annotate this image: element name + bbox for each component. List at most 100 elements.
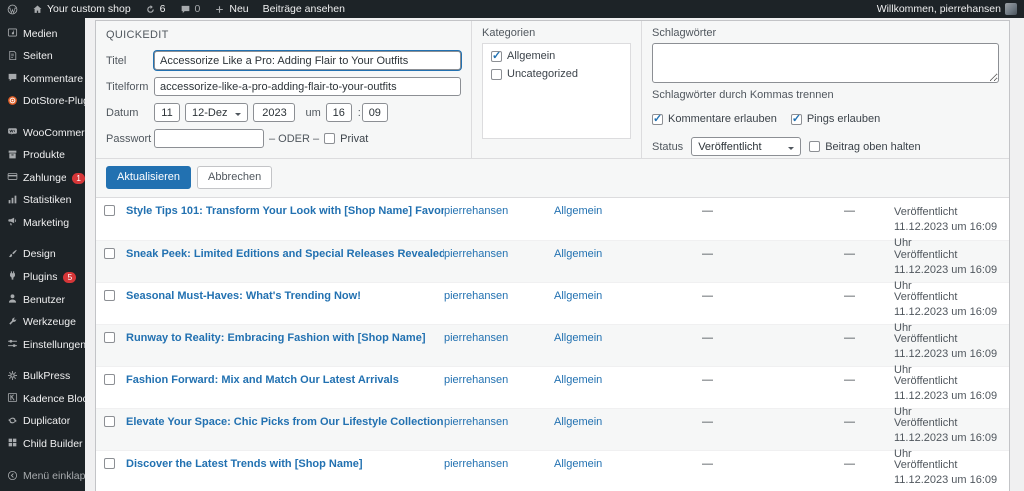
sticky-toggle[interactable]: Beitrag oben halten — [809, 141, 920, 153]
view-posts-link[interactable]: Beiträge ansehen — [256, 0, 352, 18]
category-option[interactable]: Allgemein — [491, 50, 622, 62]
sidebar-item[interactable]: Duplicator — [0, 411, 85, 434]
title-field[interactable] — [154, 51, 461, 70]
post-title-link[interactable]: Runway to Reality: Embracing Fashion wit… — [126, 332, 444, 344]
minute-field[interactable] — [362, 103, 388, 122]
allow-comments-toggle[interactable]: Kommentare erlauben — [652, 113, 777, 125]
category-link[interactable]: Allgemein — [554, 416, 702, 428]
sidebar-item[interactable]: Einstellungen — [0, 334, 85, 357]
author-link[interactable]: pierrehansen — [444, 248, 554, 260]
post-title-link[interactable]: Seasonal Must-Haves: What's Trending Now… — [126, 290, 444, 302]
comments-link[interactable]: 0 — [173, 0, 208, 18]
author-link[interactable]: pierrehansen — [444, 416, 554, 428]
password-field[interactable] — [154, 129, 264, 148]
time-joiner-label: um — [305, 107, 320, 119]
sidebar-item[interactable]: Plugins 5 — [0, 266, 85, 289]
category-checkbox[interactable] — [491, 69, 502, 80]
status-select[interactable]: Veröffentlicht — [691, 137, 801, 156]
date-cell: Veröffentlicht 11.12.2023 um 16:09 Uhr — [894, 458, 1005, 491]
sidebar-menu: Medien Seiten Kommentare DotStore-Plugin… — [0, 23, 85, 456]
update-button[interactable]: Aktualisieren — [106, 166, 191, 189]
cancel-button[interactable]: Abbrechen — [197, 166, 272, 189]
sidebar-item[interactable]: WooCommerce — [0, 122, 85, 145]
media-icon — [7, 27, 18, 42]
allow-pings-toggle[interactable]: Pings erlauben — [791, 113, 880, 125]
row-select-checkbox[interactable] — [104, 458, 115, 469]
sidebar-item[interactable]: BulkPress — [0, 366, 85, 389]
category-link[interactable]: Allgemein — [554, 458, 702, 470]
sidebar-item[interactable]: Benutzer — [0, 289, 85, 312]
sidebar-item-label: Werkzeuge — [23, 317, 76, 329]
sidebar-item[interactable]: Marketing — [0, 212, 85, 235]
month-select[interactable]: 12-Dez — [185, 103, 248, 122]
account-menu-link[interactable]: Willkommen, pierrehansen — [870, 0, 1024, 18]
sidebar-item-label: Zahlungen — [23, 173, 66, 185]
author-link[interactable]: pierrehansen — [444, 332, 554, 344]
sidebar-item[interactable]: Werkzeuge — [0, 312, 85, 335]
category-link[interactable]: Allgemein — [554, 374, 702, 386]
category-link[interactable]: Allgemein — [554, 248, 702, 260]
tags-textarea[interactable] — [652, 43, 999, 83]
new-content-button[interactable]: Neu — [207, 0, 255, 18]
post-title-link[interactable]: Elevate Your Space: Chic Picks from Our … — [126, 416, 444, 428]
posts-table-panel: QUICKEDIT Titel Titelform Datum 12-Dez — [95, 20, 1010, 491]
sidebar-item[interactable]: Statistiken — [0, 190, 85, 213]
category-link[interactable]: Allgemein — [554, 332, 702, 344]
post-title-link[interactable]: Fashion Forward: Mix and Match Our Lates… — [126, 374, 444, 386]
sidebar-item[interactable]: DotStore-Plugins — [0, 91, 85, 114]
sidebar-item-label: BulkPress — [23, 371, 70, 383]
sidebar-item-label: Benutzer — [23, 295, 65, 307]
allow-pings-label: Pings erlauben — [807, 113, 880, 125]
category-checkbox[interactable] — [491, 51, 502, 62]
allow-comments-label: Kommentare erlauben — [668, 113, 777, 125]
private-checkbox[interactable] — [324, 133, 335, 144]
post-title-link[interactable]: Discover the Latest Trends with [Shop Na… — [126, 458, 444, 470]
author-link[interactable]: pierrehansen — [444, 290, 554, 302]
hour-field[interactable] — [326, 103, 352, 122]
author-link[interactable]: pierrehansen — [444, 205, 554, 217]
row-select-checkbox[interactable] — [104, 290, 115, 301]
row-select-checkbox[interactable] — [104, 374, 115, 385]
category-option[interactable]: Uncategorized — [491, 68, 622, 80]
new-label: Neu — [229, 3, 248, 15]
author-link[interactable]: pierrehansen — [444, 374, 554, 386]
category-link[interactable]: Allgemein — [554, 290, 702, 302]
sidebar-item[interactable]: Medien — [0, 23, 85, 46]
row-select-checkbox[interactable] — [104, 205, 115, 216]
admin-bar-spacer — [352, 0, 870, 18]
row-select-checkbox[interactable] — [104, 332, 115, 343]
sidebar-item-label: Produkte — [23, 150, 65, 162]
table-row: Runway to Reality: Embracing Fashion wit… — [96, 324, 1009, 366]
date-year-field[interactable] — [253, 103, 295, 122]
row-select-checkbox[interactable] — [104, 416, 115, 427]
updates-link[interactable]: 6 — [138, 0, 173, 18]
sidebar-item-label: Seiten — [23, 51, 53, 63]
categories-list[interactable]: Allgemein Uncategorized — [482, 43, 631, 139]
sidebar-item[interactable]: Produkte — [0, 145, 85, 168]
wp-logo-button[interactable] — [0, 0, 25, 18]
categories-column: Kategorien Allgemein Uncategorized — [471, 21, 641, 158]
slug-field[interactable] — [154, 77, 461, 96]
author-link[interactable]: pierrehansen — [444, 458, 554, 470]
date-day-field[interactable] — [154, 103, 180, 122]
notification-badge: 1 — [72, 173, 85, 184]
post-title-link[interactable]: Sneak Peek: Limited Editions and Special… — [126, 248, 444, 260]
sidebar-item[interactable]: Zahlungen 1 — [0, 167, 85, 190]
sidebar-item[interactable]: Seiten — [0, 46, 85, 69]
chevron-down-icon — [235, 113, 241, 119]
sidebar-item[interactable]: Child Builder — [0, 433, 85, 456]
sidebar-item-label: Statistiken — [23, 195, 71, 207]
site-name-link[interactable]: Your custom shop — [25, 0, 138, 18]
sidebar-item[interactable]: Kadence Blocks — [0, 388, 85, 411]
allow-comments-checkbox[interactable] — [652, 114, 663, 125]
post-title-link[interactable]: Style Tips 101: Transform Your Look with… — [126, 205, 444, 217]
category-link[interactable]: Allgemein — [554, 205, 702, 217]
row-select-checkbox[interactable] — [104, 248, 115, 259]
sticky-checkbox[interactable] — [809, 141, 820, 152]
allow-pings-checkbox[interactable] — [791, 114, 802, 125]
sidebar-item[interactable]: Kommentare — [0, 68, 85, 91]
sliders-icon — [7, 338, 18, 353]
row-status-label: Veröffentlicht — [894, 248, 1005, 264]
sidebar-item[interactable]: Design — [0, 244, 85, 267]
collapse-menu-button[interactable]: Menü einklappen — [0, 466, 85, 489]
